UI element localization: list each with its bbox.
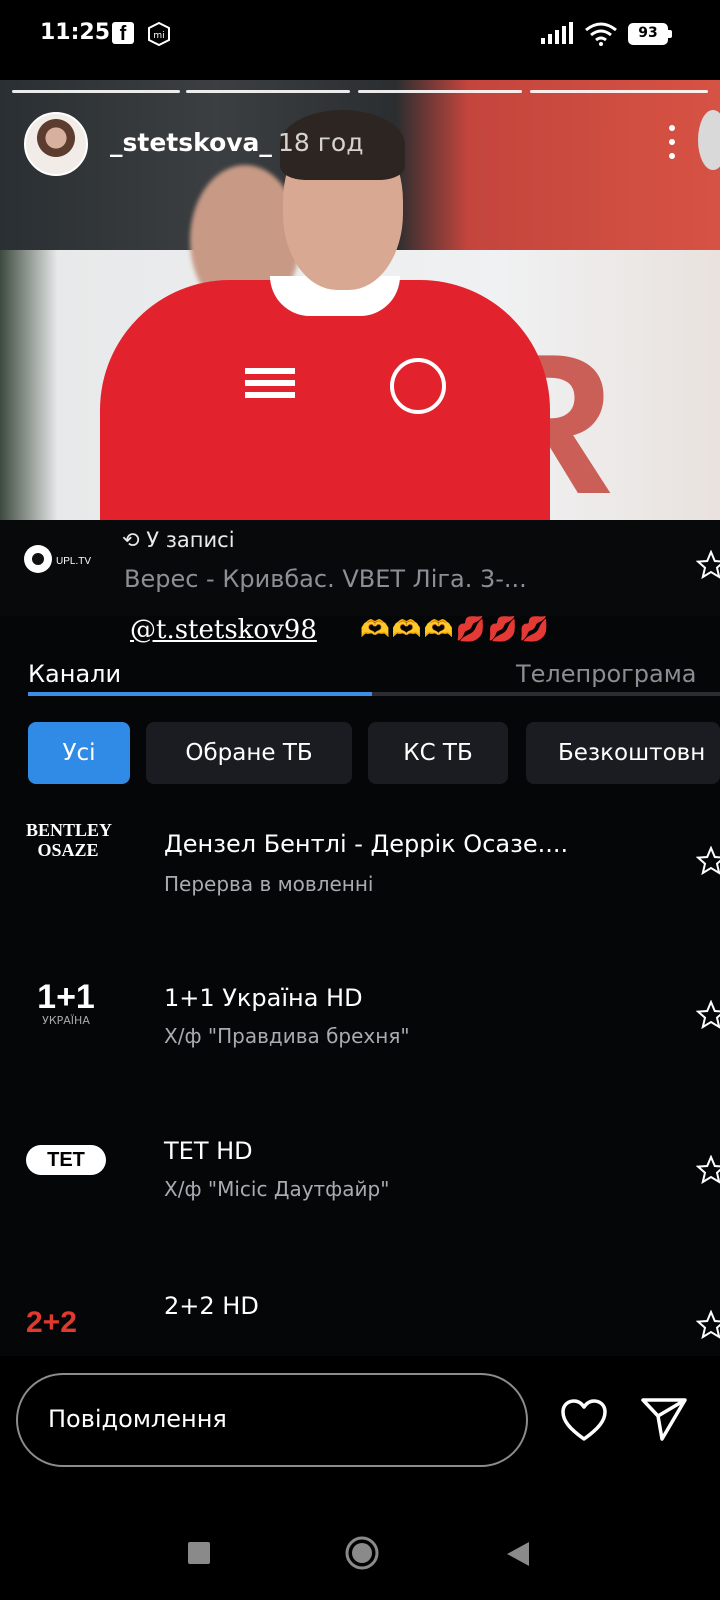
star-icon[interactable]: [696, 846, 720, 876]
send-icon[interactable]: [640, 1396, 688, 1442]
tv-tabs: Канали Телепрограма: [0, 640, 720, 710]
story-username[interactable]: _stetskova_: [110, 128, 272, 157]
wifi-icon: [585, 22, 617, 46]
channel-name: Дензел Бентлі - Деррік Осазе....: [164, 830, 569, 858]
status-bar: 11:25 f mi 93: [0, 0, 720, 70]
channel-name: 2+2 HD: [164, 1292, 259, 1320]
svg-text:UPL.TV: UPL.TV: [56, 556, 91, 567]
channel-badge-icon: [698, 110, 720, 170]
avatar[interactable]: [24, 112, 88, 176]
history-icon: ⟲: [122, 528, 147, 552]
chip-free[interactable]: Безкоштовн: [526, 722, 720, 784]
tab-indicator: [28, 692, 372, 696]
signal-icon: [541, 22, 573, 44]
tab-tv-guide[interactable]: Телепрограма: [516, 660, 697, 688]
star-icon[interactable]: [696, 1155, 720, 1185]
chip-all[interactable]: Усі: [28, 722, 130, 784]
channel-row[interactable]: 2+2 2+2 HD: [0, 1270, 720, 1356]
channel-name: TET HD: [164, 1137, 253, 1165]
star-icon[interactable]: [696, 550, 720, 580]
message-input[interactable]: Повідомлення: [16, 1373, 528, 1467]
now-playing-bar[interactable]: UPL.TV ⟲ У записі Верес - Кривбас. VBET …: [0, 520, 720, 616]
chip-ks-tv[interactable]: КС ТБ: [368, 722, 508, 784]
channel-program: Х/ф "Правдива брехня": [164, 1024, 410, 1048]
star-icon[interactable]: [696, 1310, 720, 1340]
filter-chips: Усі Обране ТБ КС ТБ Безкоштовн: [0, 722, 720, 786]
channel-name: 1+1 Україна HD: [164, 984, 363, 1012]
bentley-osaze-logo: BENTLEY OSAZE: [26, 820, 113, 860]
channel-program: Перерва в мовленні: [164, 872, 374, 896]
message-placeholder: Повідомлення: [48, 1405, 227, 1433]
channel-row[interactable]: 1+1 УКРАЇНА 1+1 Україна HD Х/ф "Правдива…: [0, 960, 720, 1110]
status-time: 11:25: [40, 20, 111, 45]
mi-icon: mi: [148, 21, 170, 47]
channel-row[interactable]: BENTLEY OSAZE Дензел Бентлі - Деррік Оса…: [0, 800, 720, 950]
story-progress-segment: [530, 90, 708, 93]
tab-channels[interactable]: Канали: [28, 660, 121, 688]
more-options-icon[interactable]: [664, 122, 680, 162]
tet-logo: ТЕТ: [26, 1145, 106, 1175]
svg-text:mi: mi: [153, 31, 164, 41]
heart-icon[interactable]: [560, 1398, 608, 1442]
recent-apps-button[interactable]: [188, 1542, 210, 1564]
channel-row[interactable]: ТЕТ TET HD Х/ф "Місіс Даутфайр": [0, 1115, 720, 1265]
story-time-ago: 18 год: [278, 128, 364, 157]
story-progress-segment: [186, 90, 350, 93]
channel-program: Х/ф "Місіс Даутфайр": [164, 1177, 390, 1201]
recording-label: ⟲ У записі: [122, 528, 235, 552]
now-playing-title: Верес - Кривбас. VBET Ліга. 3-...: [124, 565, 527, 593]
back-button[interactable]: [505, 1540, 531, 1568]
2plus2-logo: 2+2: [26, 1306, 77, 1339]
emoji-sticker: 🫶🫶🫶💋💋💋: [360, 615, 552, 643]
chip-favorites[interactable]: Обране ТБ: [146, 722, 352, 784]
star-icon[interactable]: [696, 1000, 720, 1030]
story-progress-segment: [358, 90, 522, 93]
upl-tv-logo: UPL.TV: [24, 545, 91, 573]
1plus1-logo: 1+1 УКРАЇНА: [37, 978, 95, 1027]
facebook-icon: f: [112, 22, 134, 45]
story-progress-segment: [12, 90, 180, 93]
home-button[interactable]: [344, 1535, 380, 1571]
story-frame[interactable]: R _stetskova_ 18 год UPL.TV ⟲ У записі В…: [0, 80, 720, 1356]
battery-level: 93: [638, 25, 658, 41]
battery-icon: 93: [628, 23, 672, 45]
